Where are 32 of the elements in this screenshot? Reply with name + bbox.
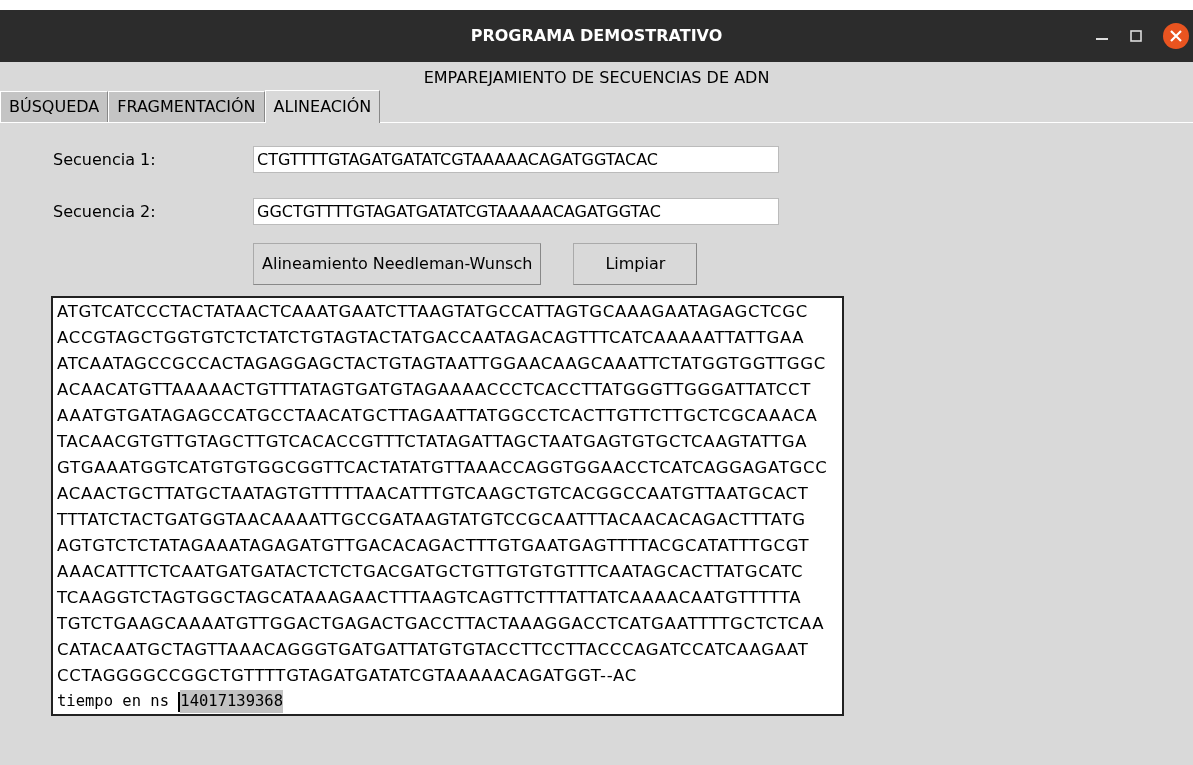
sequence-line: TCAAGGTCTAGTGGCTAGCATAAAGAACTTTAAGTCAGTTCTTTATTATCAAAACAATGTTTTTA [57, 587, 803, 609]
sequence-field[interactable]: CTGTTTTGTAGATGATATCGTAAAAACAGATGGTACAC [253, 146, 779, 173]
sequence-field[interactable]: GGCTGTTTTGTAGATGATATCGTAAAAACAGATGGTAC [253, 198, 779, 225]
sequence-line: ACAACATGTTAAAAACTGTTTATAGTGATGTAGAAAACCCTCACCTTATGGGTTGGGATTATCCT [57, 379, 812, 401]
sequence-line: TTTATCTACTGATGGTAACAAAATTGCCGATAAGTATGTCCGCAATTTACAACACAGACTTTATG [57, 509, 807, 531]
tab[interactable]: BÚSQUEDA [0, 91, 109, 122]
field-label: Secuencia 2: [52, 200, 157, 223]
sequence-line: AGTGTCTCTATAGAAATAGAGATGTTGACACAGACTTTGTGAATGAGTTTTACGCATATTTGCGT [57, 535, 811, 557]
close-icon[interactable] [1163, 23, 1189, 49]
tab[interactable]: ALINEACIÓN [264, 90, 381, 123]
sequence-line: AAACATTTCTCAATGATGATACTCTCTGACGATGCTGTTGTGTGTTTCAATAGCACTTATGCATC [57, 561, 805, 583]
timing-label: tiempo en ns [57, 690, 170, 712]
align-button[interactable]: Alineamiento Needleman-Wunsch [253, 243, 542, 285]
clear-button[interactable]: Limpiar [573, 243, 698, 285]
sequence-line: ACCGTAGCTGGTGTCTCTATCTGTAGTACTATGACCAATAGACAGTTTCATCAAAAATTATTGAA [57, 327, 806, 349]
maximize-icon[interactable] [1129, 29, 1143, 43]
window-title: PROGRAMA DEMOSTRATIVO [470, 25, 723, 47]
sequence-line: ACAACTGCTTATGCTAATAGTGTTTTTAACATTTGTCAAGCTGTCACGGCCAATGTTAATGCACT [57, 483, 810, 505]
tab[interactable]: FRAGMENTACIÓN [108, 91, 265, 122]
app-heading: EMPAREJAMIENTO DE SECUENCIAS DE ADN [422, 67, 771, 89]
sequence-line: AAATGTGATAGAGCCATGCCTAACATGCTTAGAATTATGGCCTCACTTGTTCTTGCTCGCAAACA [57, 405, 819, 427]
sequence-line: ATGTCATCCCTACTATAACTCAAATGAATCTTAAGTATGCCATTAGTGCAAAGAATAGAGCTCGC [57, 301, 809, 323]
output-text-area[interactable] [51, 296, 844, 716]
sequence-line: CCTAGGGGCCGGCTGTTTTGTAGATGATATCGTAAAAACAGATGGT--AC [57, 665, 638, 687]
text-cursor [178, 691, 181, 712]
sequence-line: ATCAATAGCCGCCACTAGAGGAGCTACTGTAGTAATTGGAACAAGCAAATTCTATGGTGGTTGGC [57, 353, 828, 375]
sequence-line: TACAACGTGTTGTAGCTTGTCACACCGTTTCTATAGATTAGCTAATGAGTGTGCTCAAGTATTGA [57, 431, 809, 453]
sequence-line: TGTCTGAAGCAAAATGTTGGACTGAGACTGACCTTACTAAAGGACCTCATGAATTTTGCTCTCAA [57, 613, 826, 635]
timing-value: 14017139368 [180, 689, 283, 714]
sequence-line: CATACAATGCTAGTTAAACAGGGTGATGATTATGTGTACCTTCCTTACCCAGATCCATCAAGAAT [57, 639, 810, 661]
sequence-line: GTGAAATGGTCATGTGTGGCGGTTCACTATATGTTAAACCAGGTGGAACCTCATCAGGAGATGCC [57, 457, 829, 479]
field-label: Secuencia 1: [52, 148, 157, 171]
